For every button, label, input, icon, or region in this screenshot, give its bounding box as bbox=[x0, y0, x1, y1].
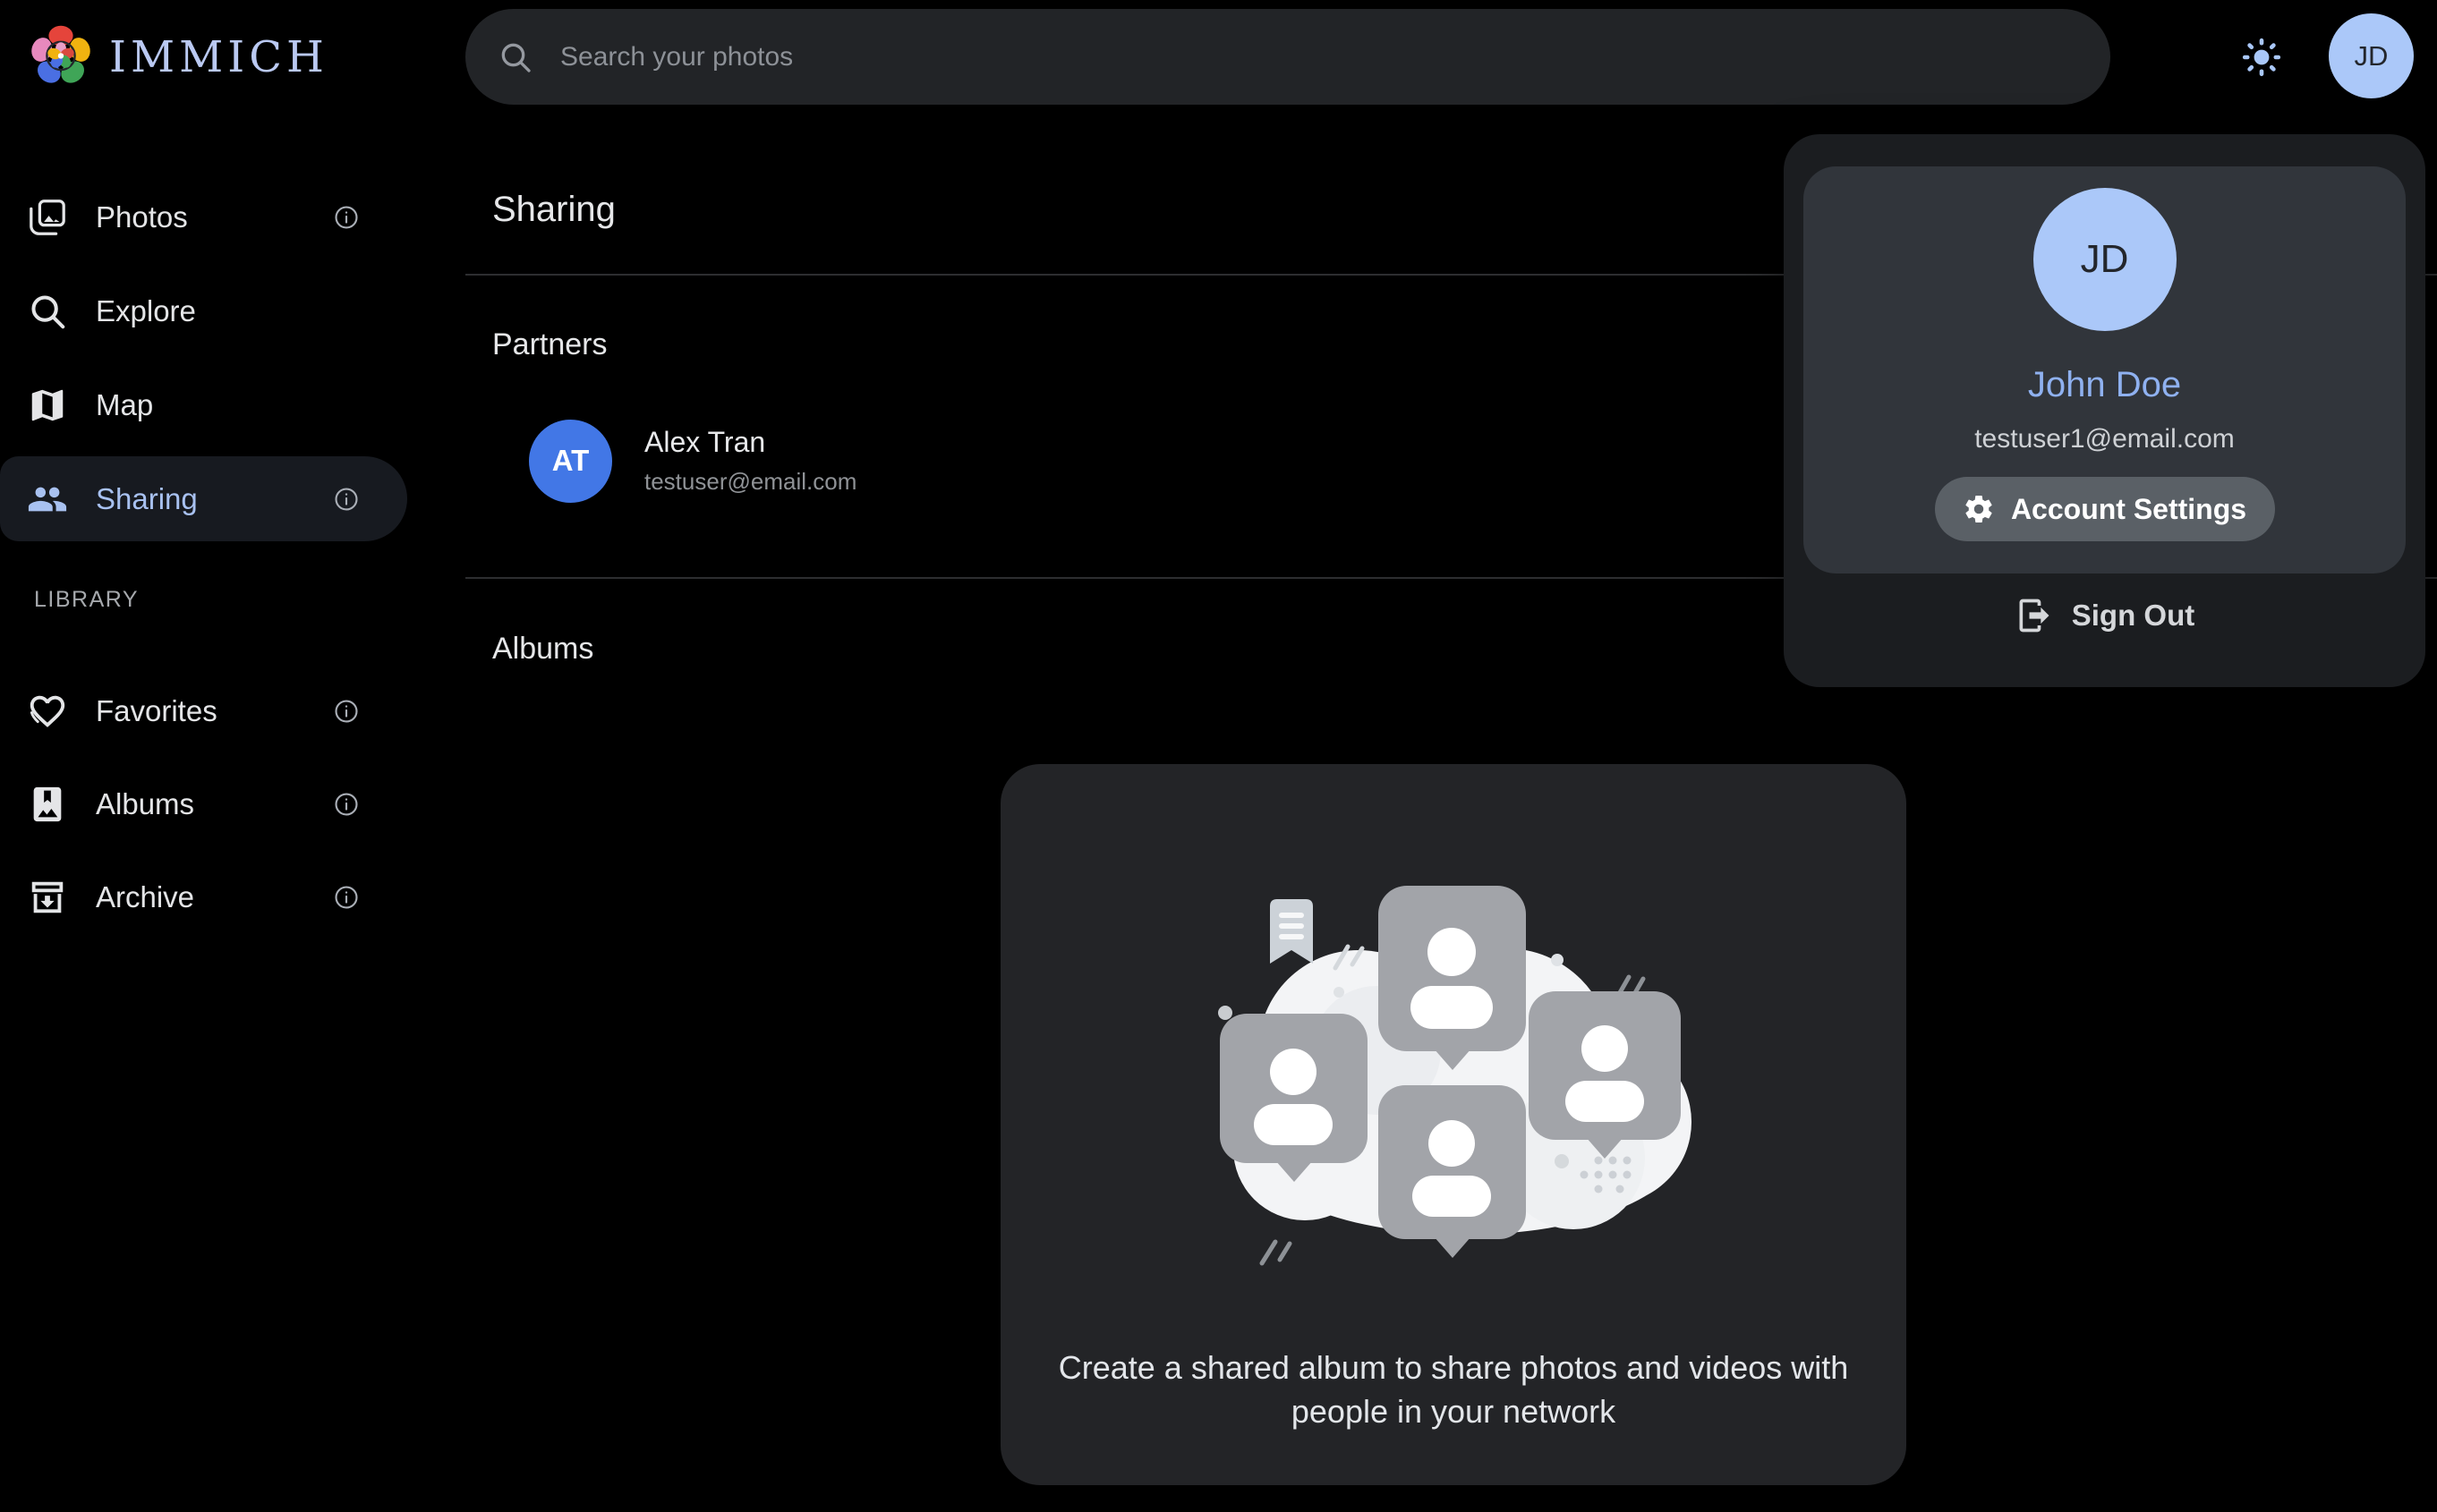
sidebar-item-sharing[interactable]: Sharing bbox=[0, 456, 407, 541]
immich-logo[interactable]: IMMICH bbox=[25, 20, 328, 95]
albums-icon bbox=[27, 784, 68, 825]
gear-icon bbox=[1963, 493, 1995, 525]
sidebar-item-label: Favorites bbox=[96, 694, 217, 728]
partner-row[interactable]: AT Alex Tran testuser@email.com bbox=[492, 407, 1298, 514]
account-card: JD John Doe testuser1@email.com Account … bbox=[1803, 166, 2406, 573]
top-app-bar: IMMICH JD bbox=[0, 0, 2437, 115]
sidebar-item-label: Map bbox=[96, 388, 153, 422]
brand-name: IMMICH bbox=[109, 32, 328, 82]
account-avatar-initials: JD bbox=[2081, 237, 2129, 282]
account-name: John Doe bbox=[1803, 365, 2406, 405]
account-settings-label: Account Settings bbox=[2011, 493, 2246, 526]
sidebar-item-favorites[interactable]: Favorites bbox=[0, 668, 412, 753]
theme-toggle-button[interactable] bbox=[2240, 36, 2283, 79]
info-icon[interactable] bbox=[332, 697, 361, 726]
info-icon[interactable] bbox=[332, 203, 361, 232]
partner-avatar: AT bbox=[529, 420, 612, 503]
info-icon[interactable] bbox=[332, 883, 361, 912]
archive-icon bbox=[27, 877, 68, 918]
sidebar-item-photos[interactable]: Photos bbox=[0, 174, 412, 259]
partner-name: Alex Tran bbox=[644, 426, 856, 459]
partner-email: testuser@email.com bbox=[644, 468, 856, 496]
user-avatar-button[interactable]: JD bbox=[2329, 13, 2414, 98]
account-avatar: JD bbox=[2033, 188, 2177, 331]
page-title: Sharing bbox=[492, 190, 616, 230]
info-icon[interactable] bbox=[332, 485, 361, 514]
account-email: testuser1@email.com bbox=[1803, 424, 2406, 454]
partner-meta: Alex Tran testuser@email.com bbox=[644, 426, 856, 496]
sign-out-label: Sign Out bbox=[2072, 599, 2194, 633]
account-menu: JD John Doe testuser1@email.com Account … bbox=[1784, 134, 2425, 687]
sidebar: Photos Explore Map bbox=[0, 115, 412, 1512]
sharing-icon bbox=[27, 479, 68, 520]
sign-out-button[interactable]: Sign Out bbox=[1784, 589, 2425, 642]
search-input[interactable] bbox=[558, 41, 2110, 73]
favorites-icon bbox=[27, 691, 68, 732]
sidebar-item-label: Archive bbox=[96, 880, 194, 914]
empty-state-message: Create a shared album to share photos an… bbox=[1051, 1346, 1856, 1433]
sidebar-item-map[interactable]: Map bbox=[0, 362, 412, 447]
partner-initials: AT bbox=[552, 444, 590, 478]
sidebar-item-label: Sharing bbox=[96, 482, 198, 516]
account-settings-button[interactable]: Account Settings bbox=[1935, 477, 2275, 541]
sign-out-icon bbox=[2015, 596, 2054, 635]
sun-icon bbox=[2240, 36, 2283, 79]
immich-app: IMMICH JD bbox=[0, 0, 2437, 1512]
sidebar-item-archive[interactable]: Archive bbox=[0, 854, 412, 939]
sidebar-item-albums[interactable]: Albums bbox=[0, 761, 412, 846]
avatar-initials: JD bbox=[2355, 40, 2389, 72]
explore-icon bbox=[27, 291, 68, 332]
photos-icon bbox=[27, 197, 68, 238]
map-icon bbox=[27, 385, 68, 426]
sidebar-library-header: LIBRARY bbox=[34, 587, 139, 613]
sidebar-item-label: Photos bbox=[96, 200, 188, 234]
albums-heading: Albums bbox=[492, 632, 593, 667]
sidebar-item-label: Albums bbox=[96, 787, 194, 821]
immich-flower-icon bbox=[25, 20, 97, 95]
shared-albums-empty-state: Create a shared album to share photos an… bbox=[1001, 764, 1906, 1485]
sidebar-item-explore[interactable]: Explore bbox=[0, 268, 412, 353]
sidebar-item-label: Explore bbox=[96, 294, 196, 328]
search-icon bbox=[498, 39, 533, 75]
search-bar[interactable] bbox=[465, 9, 2110, 105]
info-icon[interactable] bbox=[332, 790, 361, 819]
partners-heading: Partners bbox=[492, 327, 608, 362]
